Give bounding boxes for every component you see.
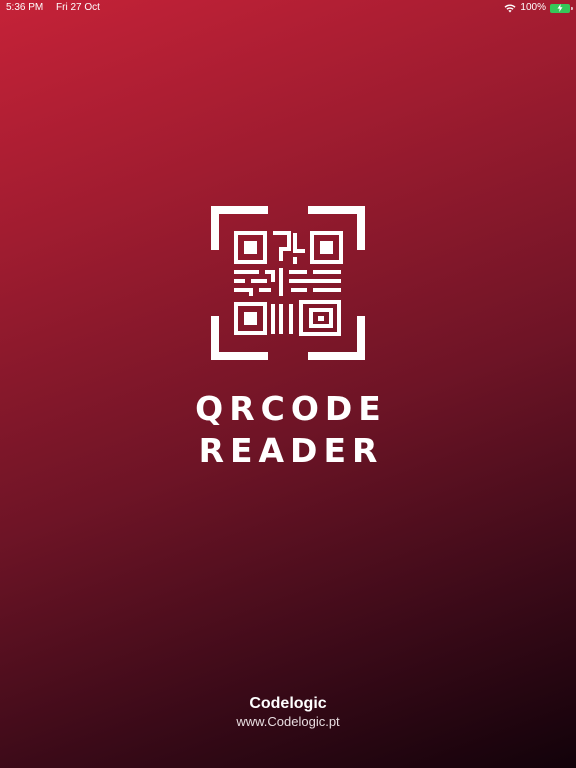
splash-logo-block: QRCODE READER	[0, 206, 576, 472]
qr-code-icon	[211, 206, 365, 360]
company-name: Codelogic	[249, 695, 327, 712]
wifi-icon	[504, 4, 516, 13]
status-left: 5:36 PM Fri 27 Oct	[6, 0, 110, 16]
status-right: 100%	[504, 0, 573, 16]
app-title: QRCODE READER	[189, 388, 387, 472]
status-time: 5:36 PM	[6, 2, 44, 13]
status-date: Fri 27 Oct	[56, 2, 100, 13]
battery-percent: 100%	[520, 2, 546, 13]
status-bar: 5:36 PM Fri 27 Oct 100%	[0, 0, 576, 16]
footer: Codelogic www.Codelogic.pt	[0, 694, 576, 730]
battery-charging-icon	[550, 3, 573, 13]
app-title-line1: QRCODE	[195, 389, 387, 428]
company-url: www.Codelogic.pt	[236, 714, 340, 729]
app-title-line2: READER	[198, 431, 384, 470]
